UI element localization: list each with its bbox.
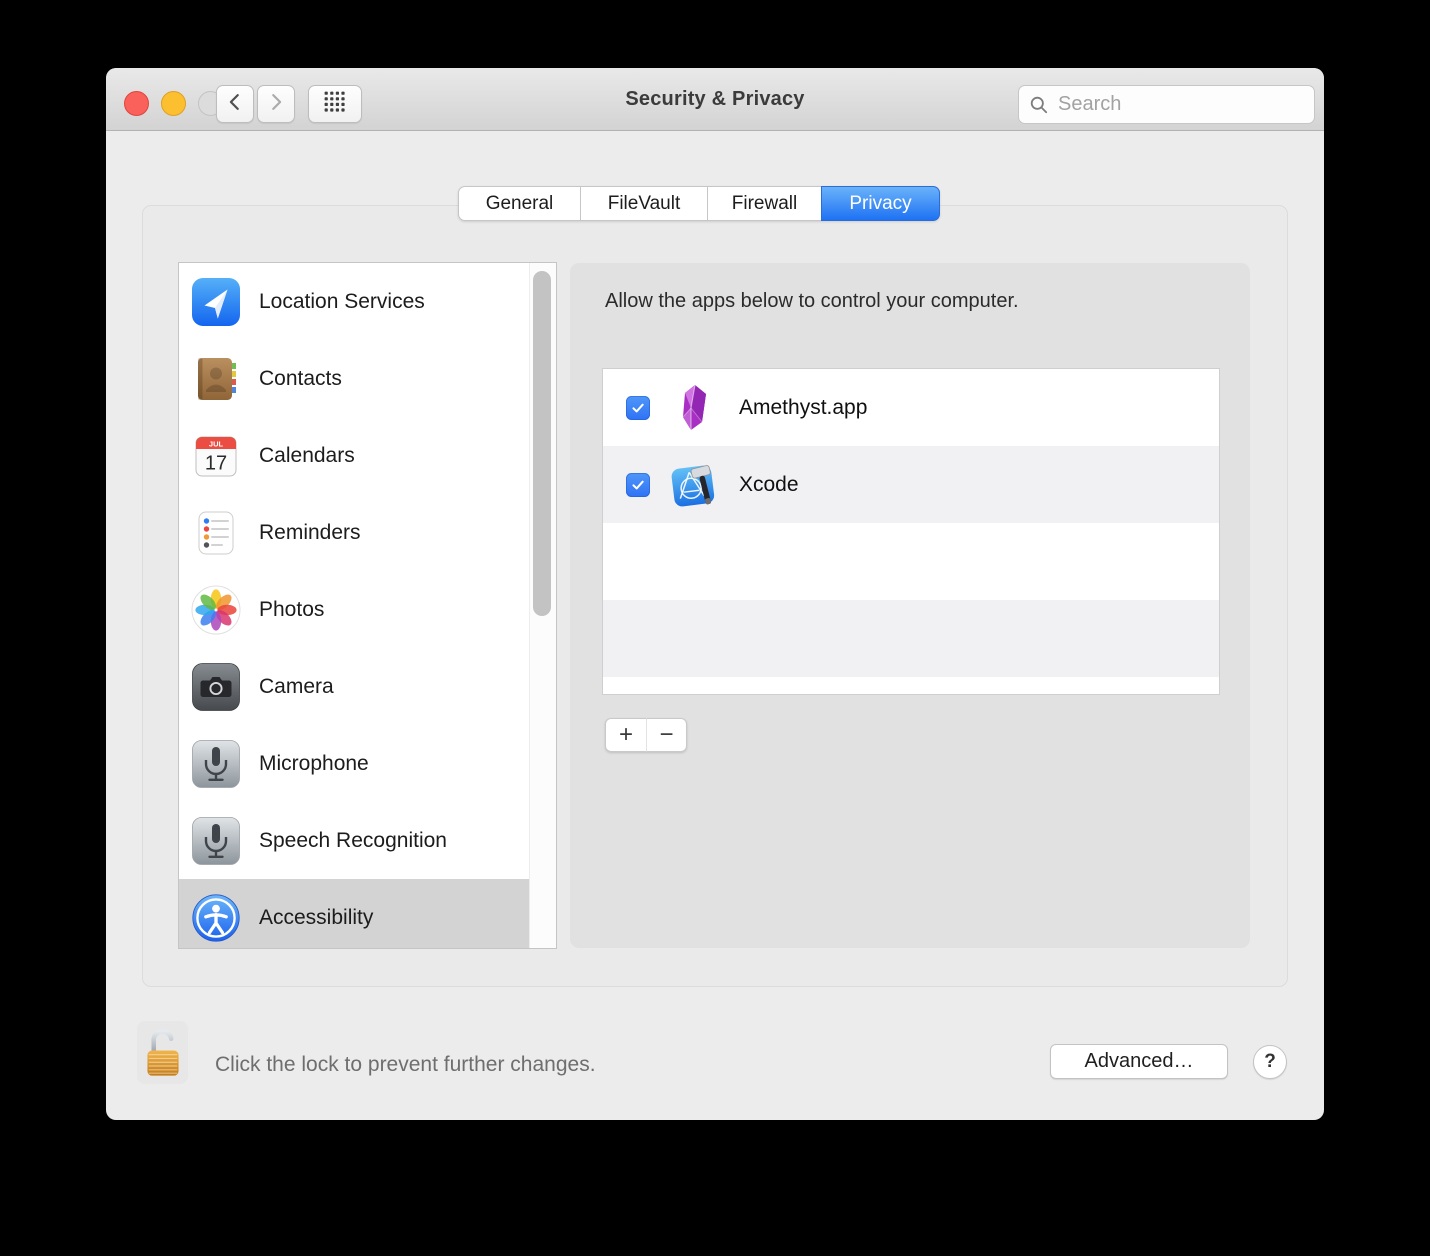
sidebar-item-calendars[interactable]: JUL 17 Calendars: [179, 417, 531, 494]
accessibility-icon: [191, 893, 241, 943]
titlebar: Security & Privacy: [106, 68, 1324, 131]
app-row-xcode[interactable]: Xcode: [603, 446, 1219, 523]
lock-button[interactable]: [137, 1021, 188, 1084]
lock-open-icon: [142, 1025, 184, 1081]
sidebar-item-label: Speech Recognition: [259, 828, 447, 852]
search-field[interactable]: [1018, 85, 1324, 124]
svg-text:JUL: JUL: [209, 439, 224, 448]
list-edit-controls: + −: [605, 718, 687, 752]
sidebar-item-microphone[interactable]: Microphone: [179, 725, 531, 802]
xcode-icon: [671, 461, 719, 509]
help-button[interactable]: ?: [1253, 1045, 1287, 1079]
calendar-icon: JUL 17: [191, 431, 241, 481]
app-name-label: Amethyst.app: [739, 395, 868, 419]
photos-icon: [191, 585, 241, 635]
sidebar-item-speech-recognition[interactable]: Speech Recognition: [179, 802, 531, 879]
panel-header: Allow the apps below to control your com…: [605, 290, 1019, 312]
sidebar-item-contacts[interactable]: Contacts: [179, 340, 531, 417]
tab-general[interactable]: General: [458, 186, 581, 221]
app-checkbox[interactable]: [626, 395, 650, 420]
camera-icon: [191, 662, 241, 712]
tab-bar: General FileVault Firewall Privacy: [458, 186, 940, 221]
search-icon: [1029, 95, 1049, 115]
accessibility-panel: Allow the apps below to control your com…: [570, 263, 1250, 948]
advanced-button[interactable]: Advanced…: [1050, 1044, 1228, 1079]
sidebar-item-label: Accessibility: [259, 905, 374, 929]
remove-app-button[interactable]: −: [646, 718, 687, 752]
sidebar-item-label: Calendars: [259, 443, 355, 467]
lock-hint-text: Click the lock to prevent further change…: [215, 1053, 596, 1076]
app-row-amethyst-app[interactable]: Amethyst.app: [603, 369, 1219, 446]
scrollbar-thumb[interactable]: [533, 271, 551, 616]
microphone-icon: [191, 739, 241, 789]
sidebar-item-camera[interactable]: Camera: [179, 648, 531, 725]
svg-text:17: 17: [205, 452, 227, 474]
sidebar-item-label: Photos: [259, 597, 325, 621]
reminders-icon: [191, 508, 241, 558]
sidebar-item-label: Camera: [259, 674, 334, 698]
sidebar-item-reminders[interactable]: Reminders: [179, 494, 531, 571]
sidebar-item-label: Location Services: [259, 289, 425, 313]
tab-filevault[interactable]: FileVault: [580, 186, 708, 221]
tab-privacy[interactable]: Privacy: [821, 186, 940, 221]
add-app-button[interactable]: +: [605, 718, 646, 752]
microphone-icon: [191, 816, 241, 866]
app-name-label: Xcode: [739, 472, 799, 496]
app-checkbox[interactable]: [626, 472, 650, 497]
allowed-apps-list: Amethyst.app Xcode: [602, 368, 1220, 695]
tab-firewall[interactable]: Firewall: [707, 186, 822, 221]
amethyst-icon: [671, 384, 719, 432]
sidebar-item-location-services[interactable]: Location Services: [179, 263, 531, 340]
sidebar-item-label: Reminders: [259, 520, 361, 544]
privacy-category-list: Location Services Contacts JUL 17 Calenda…: [178, 262, 557, 949]
sidebar-item-photos[interactable]: Photos: [179, 571, 531, 648]
search-input[interactable]: [1056, 92, 1324, 117]
sidebar-item-accessibility[interactable]: Accessibility: [179, 879, 531, 948]
contacts-icon: [191, 354, 241, 404]
location-icon: [191, 277, 241, 327]
sidebar-item-label: Contacts: [259, 366, 342, 390]
security-privacy-window: Security & Privacy GeneralFileVaultFirew…: [106, 68, 1324, 1120]
scrollbar-track[interactable]: [529, 263, 556, 948]
sidebar-item-label: Microphone: [259, 751, 369, 775]
